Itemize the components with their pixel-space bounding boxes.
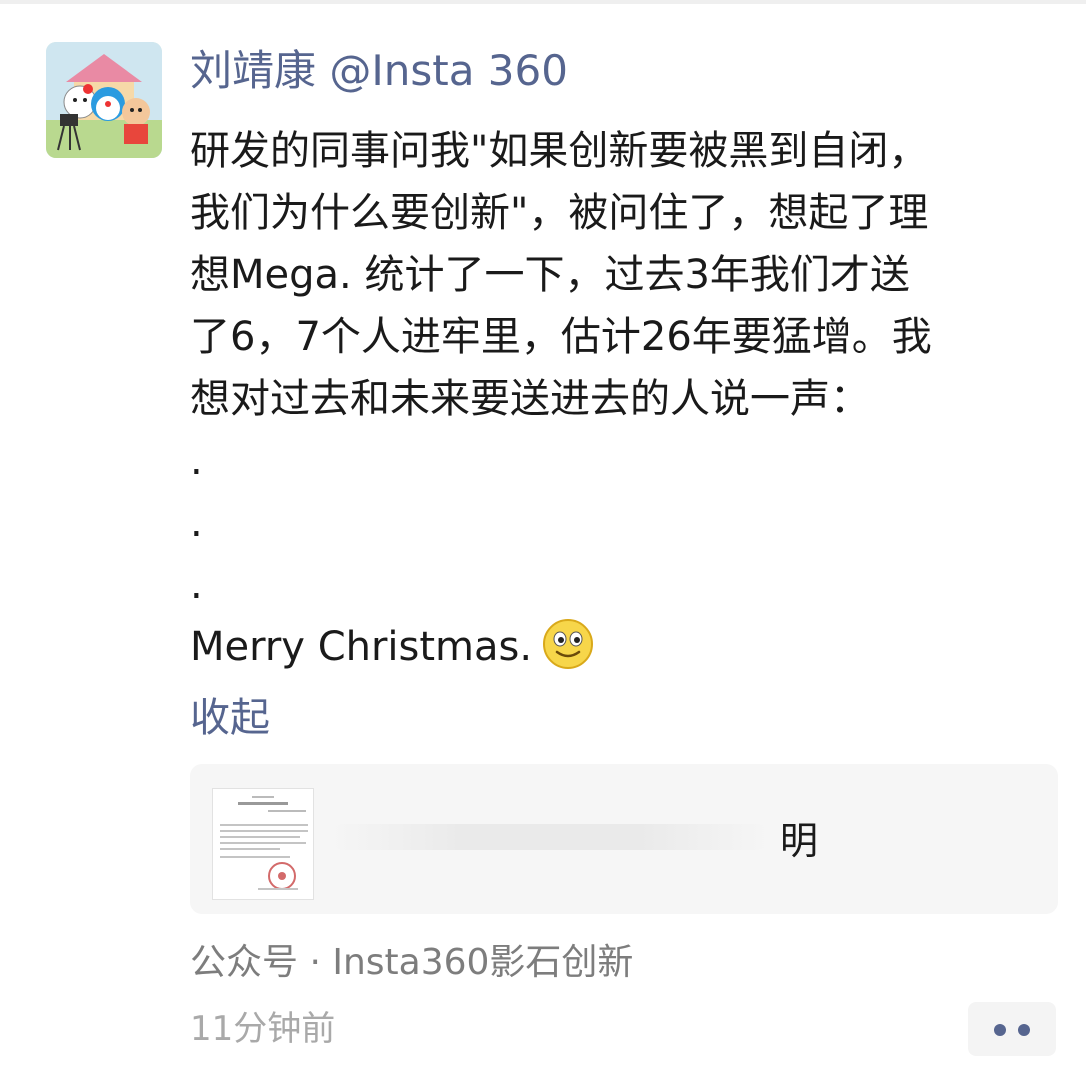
more-dots-icon [994,1024,1006,1036]
avatar-image [46,42,162,158]
author-name[interactable]: 刘靖康 @Insta 360 [190,42,568,100]
post-line: . [190,500,203,546]
post-body: 研发的同事问我"如果创新要被黑到自闭， 我们为什么要创新"，被问住了，想起了理 … [190,120,1060,678]
more-actions-button[interactable] [968,1002,1056,1056]
post-timestamp: 11分钟前 [190,1009,336,1049]
shared-article-card[interactable]: 明 [190,764,1058,914]
article-title: 明 [780,819,819,863]
more-dots-icon [1018,1024,1030,1036]
post-line: 研发的同事问我"如果创新要被黑到自闭， [190,128,929,174]
post-line: 想Mega. 统计了一下，过去3年我们才送 [190,252,910,298]
blurred-title [330,824,770,850]
post-line: . [190,562,203,608]
post-closing-line: Merry Christmas. [190,616,1060,678]
top-divider [0,0,1086,4]
post-line: 想对过去和未来要送进去的人说一声： [190,376,870,422]
official-account-source[interactable]: 公众号 · Insta360影石创新 [190,936,633,990]
post-line: 了6，7个人进牢里，估计26年要猛增。我 [190,314,932,360]
avatar[interactable] [46,42,162,158]
document-icon [212,788,314,900]
post-closing-text: Merry Christmas. [190,624,533,670]
post-line: . [190,438,203,484]
smile-emoji-icon [542,618,594,670]
post-line: 我们为什么要创新"，被问住了，想起了理 [190,190,929,236]
collapse-link[interactable]: 收起 [190,690,270,746]
